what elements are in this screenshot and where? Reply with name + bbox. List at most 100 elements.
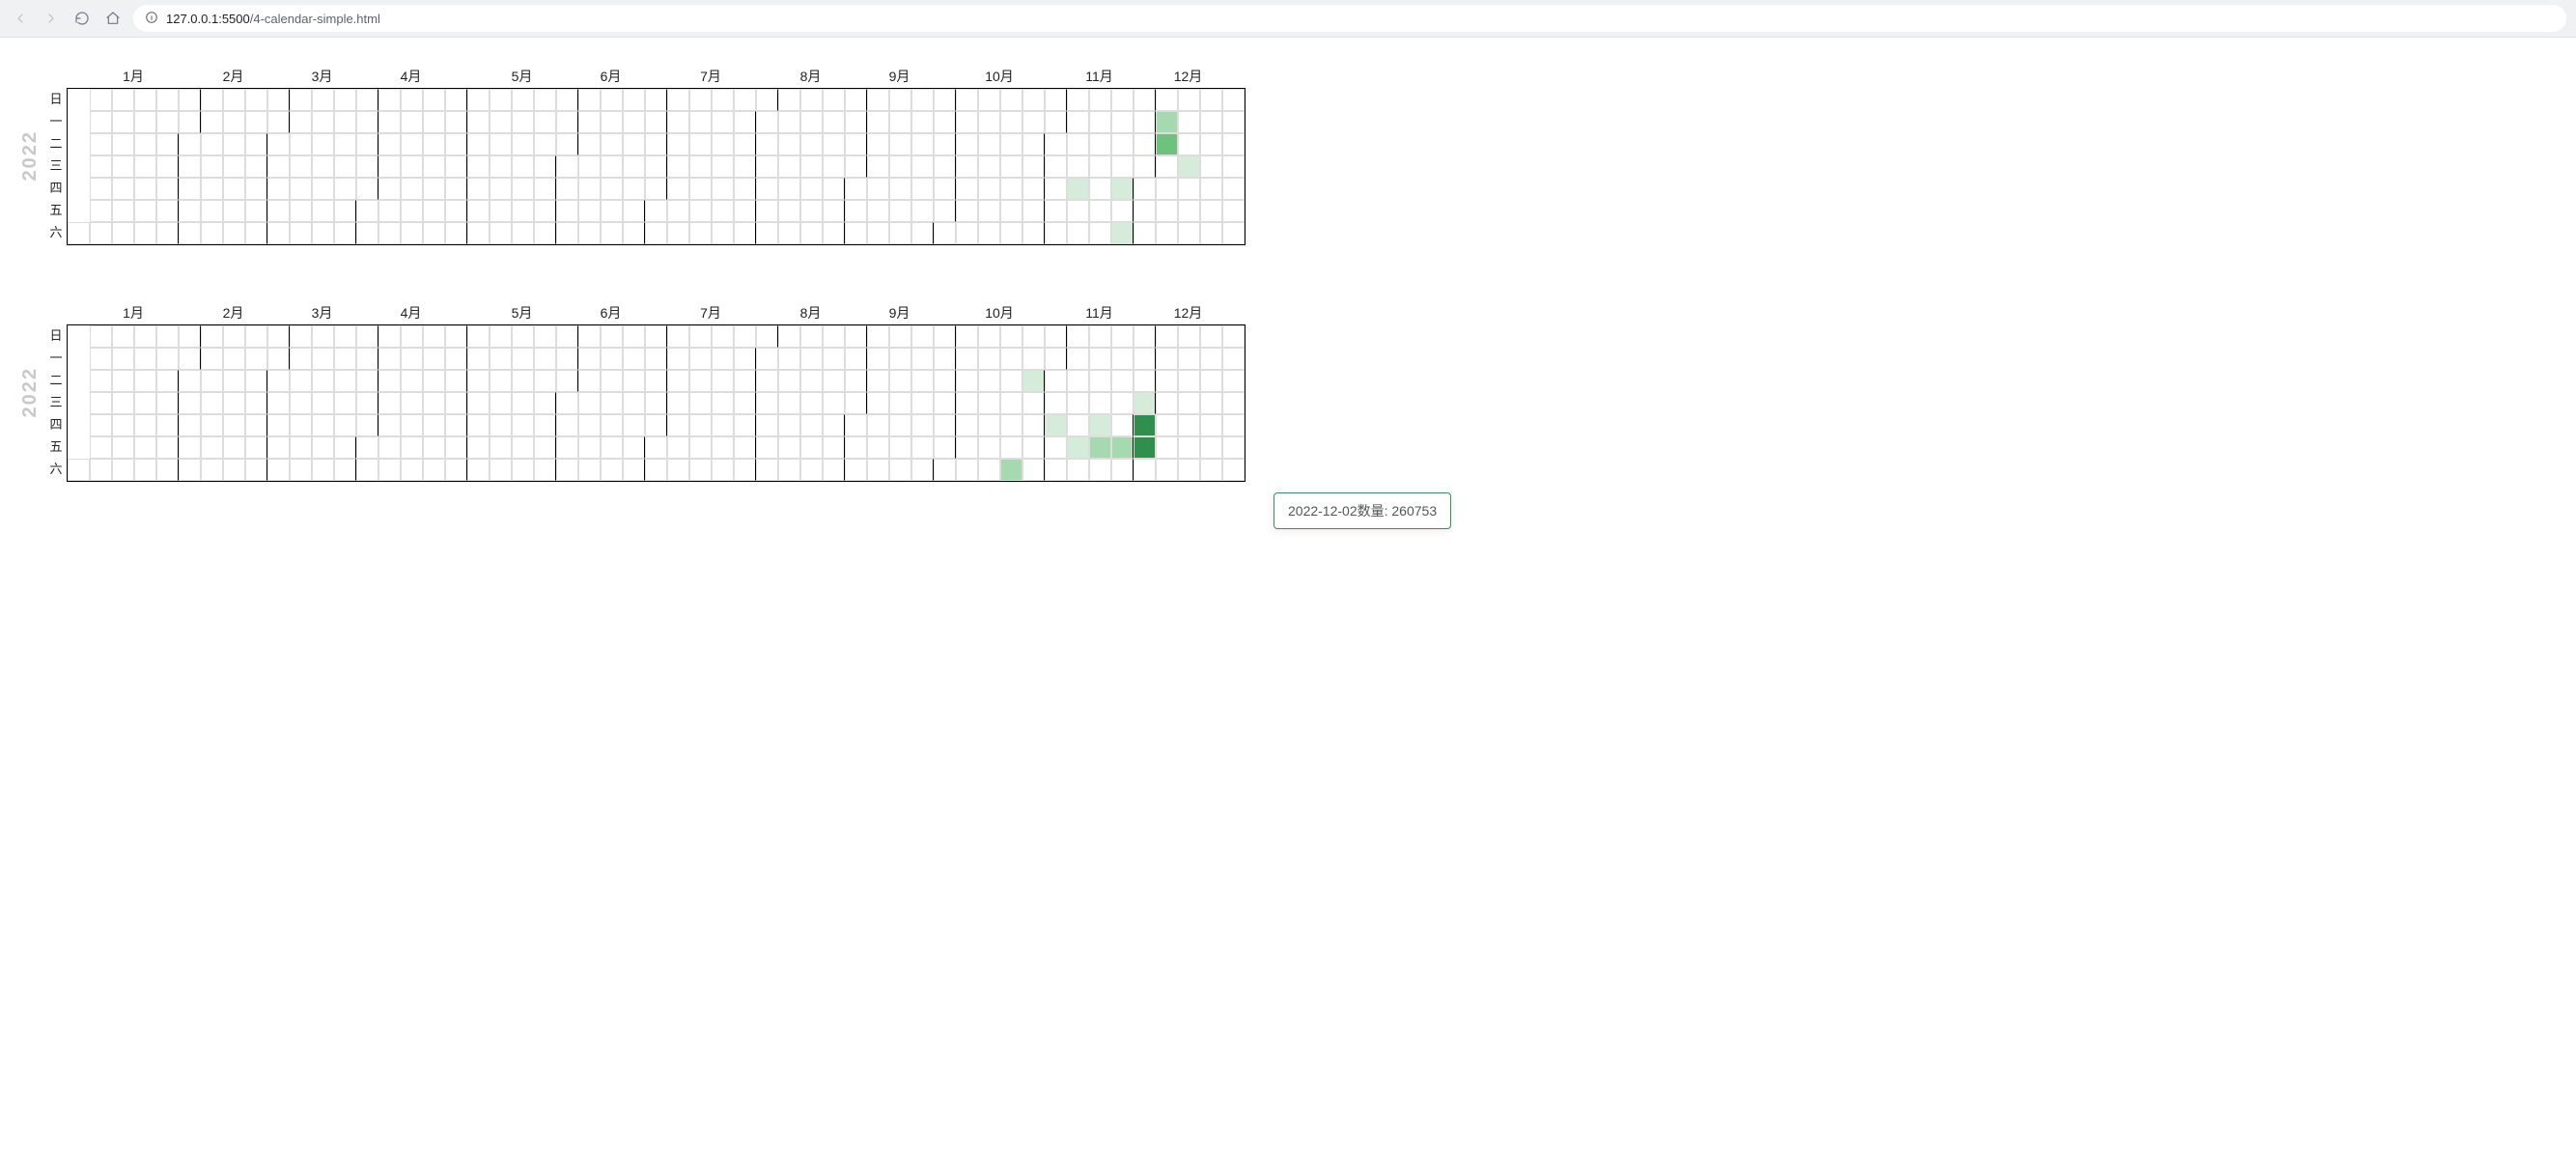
- heatmap-cell[interactable]: [1045, 414, 1067, 436]
- heatmap-cell[interactable]: [490, 200, 512, 222]
- heatmap-cell[interactable]: [245, 370, 267, 392]
- heatmap-cell[interactable]: [867, 414, 889, 436]
- heatmap-cell[interactable]: [423, 89, 445, 111]
- heatmap-cell[interactable]: [623, 436, 645, 459]
- heatmap-cell[interactable]: [1022, 436, 1045, 459]
- heatmap-cell[interactable]: [889, 155, 911, 178]
- heatmap-cell[interactable]: [312, 133, 334, 155]
- heatmap-cell[interactable]: [112, 414, 134, 436]
- heatmap-cell[interactable]: [201, 325, 223, 348]
- heatmap-cell[interactable]: [90, 200, 112, 222]
- heatmap-cell[interactable]: [179, 370, 201, 392]
- heatmap-cell[interactable]: [156, 222, 179, 244]
- heatmap-cell[interactable]: [156, 414, 179, 436]
- back-icon[interactable]: [10, 8, 31, 29]
- heatmap-cell[interactable]: [1156, 325, 1178, 348]
- heatmap-cell[interactable]: [1200, 89, 1222, 111]
- heatmap-cell[interactable]: [1156, 348, 1178, 370]
- heatmap-cell[interactable]: [1067, 392, 1089, 414]
- heatmap-cell[interactable]: [312, 89, 334, 111]
- heatmap-cell[interactable]: [223, 459, 245, 481]
- heatmap-cell[interactable]: [601, 414, 623, 436]
- heatmap-cell[interactable]: [1200, 436, 1222, 459]
- heatmap-cell[interactable]: [645, 89, 667, 111]
- heatmap-cell[interactable]: [556, 111, 578, 133]
- heatmap-cell[interactable]: [490, 155, 512, 178]
- heatmap-cell[interactable]: [245, 414, 267, 436]
- heatmap-cell[interactable]: [401, 392, 423, 414]
- heatmap-cell[interactable]: [823, 348, 845, 370]
- heatmap-cell[interactable]: [1089, 436, 1111, 459]
- heatmap-cell[interactable]: [934, 325, 956, 348]
- heatmap-cell[interactable]: [334, 111, 356, 133]
- heatmap-cell[interactable]: [689, 200, 712, 222]
- heatmap-cell[interactable]: [423, 178, 445, 200]
- heatmap-cell[interactable]: [778, 459, 800, 481]
- heatmap-cell[interactable]: [68, 222, 90, 244]
- heatmap-cell[interactable]: [1200, 348, 1222, 370]
- heatmap-cell[interactable]: [490, 392, 512, 414]
- heatmap-cell[interactable]: [1022, 155, 1045, 178]
- heatmap-cell[interactable]: [934, 414, 956, 436]
- heatmap-cell[interactable]: [978, 111, 1000, 133]
- heatmap-cell[interactable]: [578, 89, 601, 111]
- heatmap-cell[interactable]: [356, 325, 378, 348]
- heatmap-cell[interactable]: [1222, 200, 1245, 222]
- heatmap-cell[interactable]: [312, 200, 334, 222]
- heatmap-cell[interactable]: [867, 178, 889, 200]
- heatmap-cell[interactable]: [689, 414, 712, 436]
- heatmap-cell[interactable]: [512, 155, 534, 178]
- heatmap-cell[interactable]: [1156, 155, 1178, 178]
- heatmap-cell[interactable]: [956, 133, 978, 155]
- heatmap-cell[interactable]: [156, 459, 179, 481]
- heatmap-cell[interactable]: [201, 133, 223, 155]
- heatmap-cell[interactable]: [978, 392, 1000, 414]
- heatmap-cell[interactable]: [201, 200, 223, 222]
- heatmap-cell[interactable]: [1111, 392, 1134, 414]
- heatmap-cell[interactable]: [889, 392, 911, 414]
- heatmap-cell[interactable]: [134, 200, 156, 222]
- heatmap-cell[interactable]: [823, 414, 845, 436]
- heatmap-cell[interactable]: [334, 436, 356, 459]
- heatmap-cell[interactable]: [978, 222, 1000, 244]
- heatmap-cell[interactable]: [712, 325, 734, 348]
- heatmap-cell[interactable]: [845, 89, 867, 111]
- heatmap-cell[interactable]: [889, 459, 911, 481]
- heatmap-cell[interactable]: [823, 325, 845, 348]
- heatmap-cell[interactable]: [845, 370, 867, 392]
- heatmap-cell[interactable]: [423, 370, 445, 392]
- heatmap-cell[interactable]: [734, 200, 756, 222]
- heatmap-cell[interactable]: [423, 111, 445, 133]
- heatmap-cell[interactable]: [823, 222, 845, 244]
- heatmap-cell[interactable]: [112, 178, 134, 200]
- heatmap-cell[interactable]: [401, 459, 423, 481]
- heatmap-cell[interactable]: [534, 370, 556, 392]
- heatmap-cell[interactable]: [601, 348, 623, 370]
- heatmap-cell[interactable]: [423, 200, 445, 222]
- heatmap-cell[interactable]: [290, 133, 312, 155]
- heatmap-cell[interactable]: [290, 392, 312, 414]
- heatmap-cell[interactable]: [712, 222, 734, 244]
- heatmap-cell[interactable]: [556, 89, 578, 111]
- heatmap-cell[interactable]: [156, 111, 179, 133]
- heatmap-cell[interactable]: [312, 325, 334, 348]
- heatmap-cell[interactable]: [134, 133, 156, 155]
- heatmap-cell[interactable]: [134, 348, 156, 370]
- heatmap-cell[interactable]: [423, 414, 445, 436]
- heatmap-cell[interactable]: [267, 348, 290, 370]
- heatmap-cell[interactable]: [179, 392, 201, 414]
- heatmap-cell[interactable]: [179, 89, 201, 111]
- heatmap-cell[interactable]: [756, 133, 778, 155]
- heatmap-cell[interactable]: [601, 459, 623, 481]
- heatmap-cell[interactable]: [445, 392, 467, 414]
- heatmap-cell[interactable]: [712, 392, 734, 414]
- heatmap-cell[interactable]: [623, 89, 645, 111]
- heatmap-cell[interactable]: [356, 348, 378, 370]
- heatmap-cell[interactable]: [911, 392, 934, 414]
- heatmap-cell[interactable]: [112, 133, 134, 155]
- heatmap-cell[interactable]: [889, 89, 911, 111]
- heatmap-cell[interactable]: [179, 133, 201, 155]
- heatmap-cell[interactable]: [1000, 370, 1022, 392]
- heatmap-cell[interactable]: [667, 111, 689, 133]
- heatmap-cell[interactable]: [1067, 111, 1089, 133]
